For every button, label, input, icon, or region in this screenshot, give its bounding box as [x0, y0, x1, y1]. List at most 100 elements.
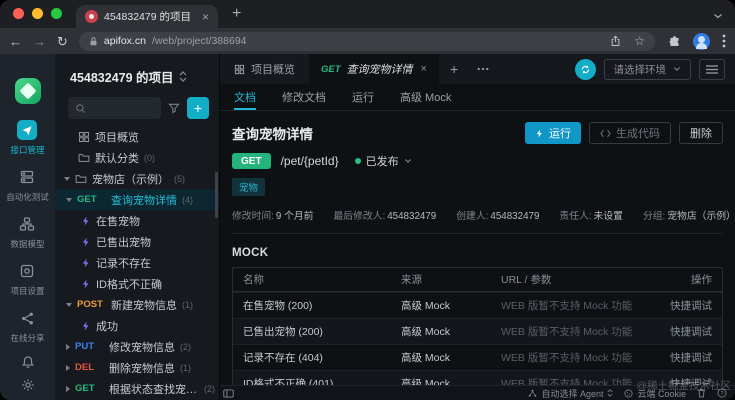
minimize-window-button[interactable] [32, 8, 43, 19]
meta-item: 最后修改人:454832479 [333, 208, 436, 222]
tag-pill[interactable]: 宠物 [232, 178, 265, 196]
zoom-window-button[interactable] [51, 8, 62, 19]
caret-down-icon[interactable] [66, 303, 72, 307]
bolt-icon [81, 257, 91, 269]
mock-table-row[interactable]: ID格式不正确 (401) 高级 Mock WEB 版暂不支持 Mock 功能 … [233, 370, 722, 385]
up-down-icon [607, 389, 613, 397]
workspace-tab-overview[interactable]: 项目概览 [220, 54, 309, 84]
browser-menu-icon[interactable] [722, 34, 726, 48]
rail-item-automated-testing[interactable]: 自动化测试 [6, 167, 49, 203]
help-icon[interactable]: ? [717, 388, 727, 398]
new-tab-button[interactable]: + [218, 5, 241, 28]
tree-item-overview[interactable]: 项目概览 [55, 126, 219, 147]
trash-icon[interactable] [697, 388, 706, 398]
tab-search-chevron-icon[interactable] [713, 12, 735, 28]
quick-debug-link[interactable]: 快捷调试 [642, 298, 712, 313]
workspace-tab-active[interactable]: GET 查询宠物详情 × [309, 54, 439, 84]
publish-status-dropdown[interactable]: 已发布 [355, 153, 412, 169]
section-divider [232, 233, 723, 234]
tab-run[interactable]: 运行 [352, 84, 374, 110]
workspace-tabbar: 项目概览 GET 查询宠物详情 × + 请选择环境 [220, 54, 735, 84]
rail-item-online-share[interactable]: 在线分享 [10, 308, 44, 344]
quick-debug-link[interactable]: 快捷调试 [642, 324, 712, 339]
rail-item-api-management[interactable]: 接口管理 [10, 120, 44, 156]
network-nodes-icon [528, 389, 537, 398]
caret-right-icon[interactable] [66, 365, 70, 371]
new-workspace-tab-button[interactable]: + [439, 54, 469, 84]
run-button[interactable]: 运行 [525, 122, 581, 144]
status-dot [355, 158, 361, 164]
cookie-selector[interactable]: 云端 Cookie [624, 387, 686, 400]
add-api-button[interactable]: + [187, 97, 209, 119]
browser-tab[interactable]: 454832479 的项目 × [76, 5, 218, 28]
bolt-icon [81, 320, 91, 332]
extensions-puzzle-icon[interactable] [668, 35, 681, 48]
mock-section-title: MOCK [232, 247, 723, 259]
env-manage-button[interactable] [699, 59, 725, 80]
share-nodes-icon [17, 308, 37, 328]
search-input[interactable] [68, 97, 161, 119]
mock-table-row[interactable]: 记录不存在 (404) 高级 Mock WEB 版暂不支持 Mock 功能 快捷… [233, 344, 722, 370]
tree-item-case-available[interactable]: 在售宠物 [55, 210, 219, 231]
tab-advanced-mock[interactable]: 高级 Mock [400, 84, 451, 110]
browser-tab-title: 454832479 的项目 [104, 9, 196, 24]
close-icon[interactable]: × [421, 63, 427, 75]
rail-item-project-settings[interactable]: 项目设置 [10, 261, 44, 297]
mock-table-row[interactable]: 已售出宠物 (200) 高级 Mock WEB 版暂不支持 Mock 功能 快捷… [233, 318, 722, 344]
tab-close-icon[interactable]: × [202, 11, 209, 23]
tree-item-case-notfound[interactable]: 记录不存在 [55, 252, 219, 273]
forward-button[interactable]: → [33, 35, 46, 48]
tree-item-del-delete-pet[interactable]: DEL 删除宠物信息 (1) [55, 357, 219, 378]
svg-text:?: ? [720, 391, 723, 397]
delete-button[interactable]: 删除 [679, 122, 723, 144]
apifox-logo[interactable] [15, 78, 41, 104]
share-icon[interactable] [610, 35, 621, 47]
tree-item-post-create-pet[interactable]: POST 新建宠物信息 (1) [55, 294, 219, 315]
close-window-button[interactable] [13, 8, 24, 19]
statusbar: 自动选择 Agent 云端 Cookie ? [220, 385, 735, 400]
api-tree: 项目概览 默认分类 (0) 宠物店（示例） (5) [55, 126, 219, 400]
collapse-sidebar-icon[interactable] [223, 389, 234, 398]
caret-down-icon[interactable] [66, 198, 72, 202]
lock-icon [89, 36, 98, 47]
tree-item-case-sold[interactable]: 已售出宠物 [55, 231, 219, 252]
quick-debug-link[interactable]: 快捷调试 [642, 350, 712, 365]
sync-client-button[interactable] [575, 59, 596, 80]
tree-item-get-find-by-status[interactable]: GET 根据状态查找宠物列表 (2) [55, 378, 219, 399]
tree-item-default-folder[interactable]: 默认分类 (0) [55, 147, 219, 168]
tree-item-petstore-folder[interactable]: 宠物店（示例） (5) [55, 168, 219, 189]
settings-gear-icon[interactable] [21, 378, 35, 392]
workspace: 项目概览 GET 查询宠物详情 × + 请选择环境 [220, 54, 735, 400]
notifications-bell-icon[interactable] [21, 355, 35, 369]
bookmark-star-icon[interactable]: ☆ [634, 34, 645, 48]
sidebar-scrollbar[interactable] [215, 172, 218, 218]
sidebar: 454832479 的项目 + 项目概览 [55, 54, 220, 400]
tree-item-put-update-pet[interactable]: PUT 修改宠物信息 (2) [55, 336, 219, 357]
project-switch-icon[interactable] [179, 71, 187, 82]
tab-edit-doc[interactable]: 修改文档 [282, 84, 326, 110]
environment-select[interactable]: 请选择环境 [604, 59, 692, 80]
tree-item-get-pet-detail[interactable]: GET 查询宠物详情 (4) [55, 189, 219, 210]
caret-down-icon[interactable] [64, 177, 70, 181]
agent-selector[interactable]: 自动选择 Agent [528, 387, 613, 400]
mock-table-row[interactable]: 在售宠物 (200) 高级 Mock WEB 版暂不支持 Mock 功能 快捷调… [233, 292, 722, 318]
caret-right-icon[interactable] [66, 344, 70, 350]
quick-debug-link[interactable]: 快捷调试 [642, 376, 712, 385]
browser-toolbar: ← → ↻ apifox.cn /web/project/388694 ☆ [0, 28, 735, 54]
tab-doc[interactable]: 文档 [234, 84, 256, 110]
project-title[interactable]: 454832479 的项目 [70, 67, 174, 86]
address-bar[interactable]: apifox.cn /web/project/388694 ☆ [79, 32, 655, 51]
meta-item: 责任人:未设置 [559, 208, 623, 222]
profile-avatar[interactable] [693, 33, 710, 50]
generate-code-button[interactable]: 生成代码 [589, 122, 671, 144]
tree-item-case-badid[interactable]: ID格式不正确 [55, 273, 219, 294]
cloud-cookie-icon [624, 389, 633, 398]
more-tabs-icon[interactable] [469, 54, 497, 84]
back-button[interactable]: ← [9, 35, 22, 48]
tree-item-case-success[interactable]: 成功 [55, 315, 219, 336]
caret-right-icon[interactable] [66, 386, 70, 392]
filter-funnel-icon[interactable] [168, 102, 180, 114]
rail-item-data-models[interactable]: 数据模型 [10, 214, 44, 250]
data-models-icon [17, 214, 37, 234]
reload-button[interactable]: ↻ [57, 35, 68, 48]
